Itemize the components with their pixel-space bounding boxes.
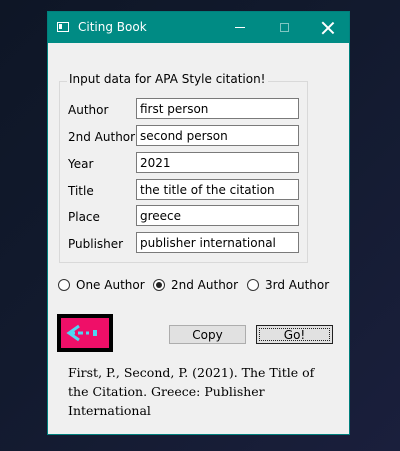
publisher-label: Publisher: [68, 237, 124, 251]
radio-third-author[interactable]: 3rd Author: [247, 278, 329, 292]
close-button[interactable]: [306, 12, 350, 43]
place-label: Place: [68, 210, 100, 224]
title-input[interactable]: [136, 179, 299, 200]
second-author-label: 2nd Author: [68, 130, 136, 144]
minimize-icon: [235, 27, 245, 28]
copy-button[interactable]: Copy: [169, 325, 246, 344]
radio-one-author[interactable]: One Author: [58, 278, 145, 292]
title-bar[interactable]: Citing Book: [48, 12, 349, 43]
author-input[interactable]: [136, 98, 299, 119]
second-author-input[interactable]: [136, 125, 299, 146]
radio-circle-checked: [153, 279, 165, 291]
radio-second-author-label: 2nd Author: [171, 278, 239, 292]
groupbox-title: Input data for APA Style citation!: [67, 72, 268, 86]
radio-one-author-label: One Author: [76, 278, 145, 292]
author-label: Author: [68, 103, 109, 117]
logo-background: [61, 318, 109, 348]
title-label: Title: [68, 184, 94, 198]
year-input[interactable]: [136, 152, 299, 173]
radio-third-author-label: 3rd Author: [265, 278, 330, 292]
radio-circle: [247, 279, 259, 291]
close-icon: [322, 22, 334, 34]
back-arrow-logo: [57, 314, 113, 352]
app-window-icon: [57, 22, 69, 32]
back-arrow-icon: [66, 324, 97, 342]
window-title: Citing Book: [78, 20, 147, 34]
go-button[interactable]: Go!: [256, 325, 333, 344]
radio-second-author[interactable]: 2nd Author: [153, 278, 238, 292]
place-input[interactable]: [136, 205, 299, 226]
citation-output: First, P., Second, P. (2021). The Title …: [68, 365, 315, 418]
go-button-label: Go!: [283, 327, 306, 342]
year-label: Year: [68, 157, 94, 171]
maximize-button[interactable]: [262, 12, 306, 43]
publisher-input[interactable]: [136, 232, 299, 253]
minimize-button[interactable]: [218, 12, 262, 43]
maximize-icon: [279, 23, 289, 32]
radio-circle: [58, 279, 70, 291]
